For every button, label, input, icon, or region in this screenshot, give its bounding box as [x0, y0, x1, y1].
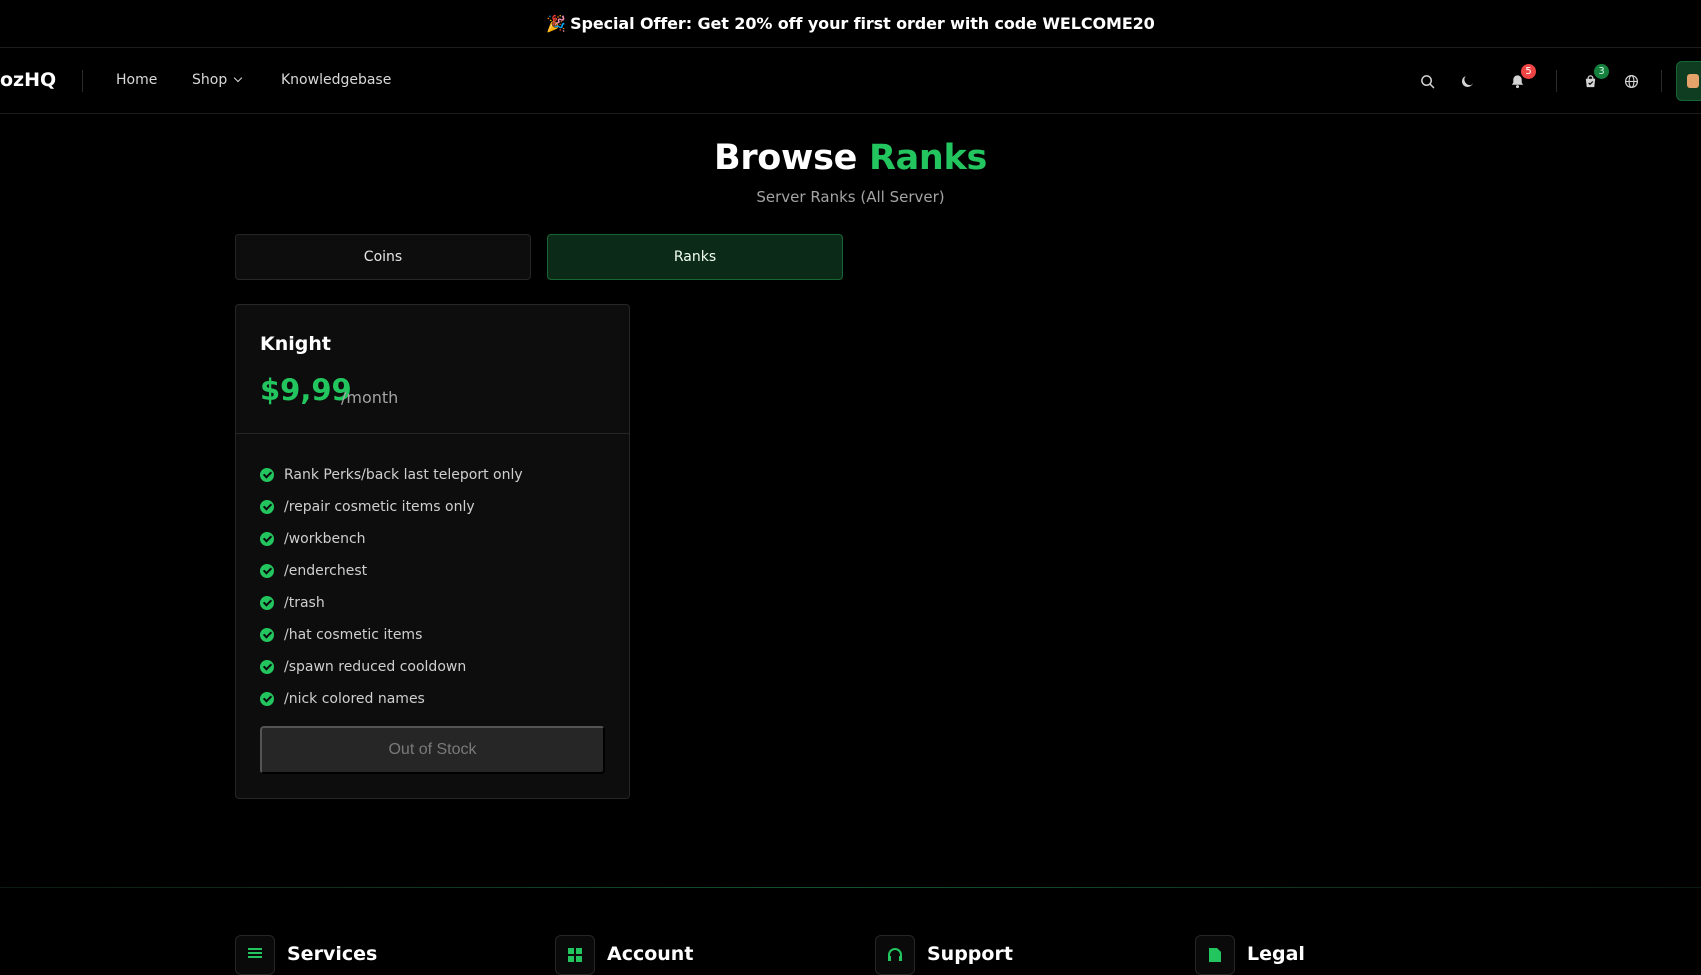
- out-of-stock-button[interactable]: Out of Stock: [260, 726, 605, 774]
- list-item: /enderchest: [260, 555, 523, 587]
- feature-text: /spawn reduced cooldown: [284, 659, 467, 675]
- notifications-button[interactable]: 5: [1506, 64, 1536, 92]
- grid-icon: [555, 935, 595, 975]
- footer-divider: [0, 887, 1701, 888]
- nav-link-knowledgebase[interactable]: Knowledgebase: [281, 72, 391, 88]
- search-button[interactable]: [1416, 70, 1438, 92]
- nav-divider: [1661, 70, 1662, 92]
- list-item: /hat cosmetic items: [260, 619, 523, 651]
- footer-column-services: Services: [235, 935, 377, 975]
- feature-text: Rank Perks/back last teleport only: [284, 467, 523, 483]
- page-title-main: Browse: [713, 138, 858, 178]
- list-icon: [235, 935, 275, 975]
- feature-text: /repair cosmetic items only: [284, 499, 475, 515]
- check-circle-icon: [260, 628, 274, 642]
- search-icon: [1420, 74, 1434, 88]
- product-price: $9,99: [260, 373, 352, 407]
- document-icon: [1195, 935, 1235, 975]
- footer-title: Account: [607, 943, 694, 965]
- footer-title: Legal: [1247, 943, 1305, 965]
- footer-column-support: Support: [875, 935, 1013, 975]
- footer-title: Support: [927, 943, 1013, 965]
- cart-button[interactable]: 3: [1579, 64, 1609, 92]
- page-title: Browse Ranks: [0, 138, 1701, 178]
- page-subtitle: Server Ranks (All Server): [756, 188, 945, 206]
- check-circle-icon: [260, 468, 274, 482]
- footer-column-account: Account: [555, 935, 693, 975]
- check-circle-icon: [260, 532, 274, 546]
- promo-banner: 🎉 Special Offer: Get 20% off your first …: [0, 0, 1701, 48]
- nav-divider: [1556, 70, 1557, 92]
- globe-icon: [1624, 74, 1638, 88]
- moon-icon: [1461, 75, 1473, 87]
- footer-title: Services: [287, 943, 378, 965]
- tab-coins[interactable]: Coins: [235, 234, 531, 280]
- footer-column-legal: Legal: [1195, 935, 1305, 975]
- product-card: Knight $9,99 /month Rank Perks/back last…: [235, 304, 630, 799]
- list-item: /workbench: [260, 523, 523, 555]
- feature-text: /enderchest: [284, 563, 368, 579]
- nav-link-shop[interactable]: Shop: [192, 72, 243, 88]
- chevron-down-icon: [233, 73, 243, 83]
- user-avatar-button[interactable]: [1676, 61, 1701, 101]
- check-circle-icon: [260, 660, 274, 674]
- price-period: /month: [341, 388, 399, 407]
- theme-toggle-button[interactable]: [1456, 70, 1478, 92]
- cart-count-badge: 3: [1594, 64, 1609, 79]
- list-item: Rank Perks/back last teleport only: [260, 459, 523, 491]
- list-item: /spawn reduced cooldown: [260, 651, 523, 683]
- product-name: Knight: [260, 333, 331, 355]
- feature-text: /workbench: [284, 531, 366, 547]
- page-title-accent: Ranks: [868, 138, 988, 178]
- nav-link-shop-label: Shop: [192, 72, 228, 88]
- list-item: /repair cosmetic items only: [260, 491, 523, 523]
- promo-text: Special Offer: Get 20% off your first or…: [570, 14, 1155, 33]
- feature-text: /hat cosmetic items: [284, 627, 423, 643]
- list-item: /nick colored names: [260, 683, 523, 715]
- site-logo[interactable]: ozHQ: [0, 69, 56, 91]
- check-circle-icon: [260, 596, 274, 610]
- notification-count-badge: 5: [1521, 64, 1536, 79]
- party-popper-icon: 🎉: [546, 14, 567, 33]
- nav-link-home[interactable]: Home: [116, 72, 157, 88]
- feature-text: /nick colored names: [284, 691, 425, 707]
- product-card-header: Knight $9,99 /month: [236, 305, 629, 434]
- feature-list: Rank Perks/back last teleport only /repa…: [260, 459, 523, 715]
- tab-ranks[interactable]: Ranks: [547, 234, 843, 280]
- check-circle-icon: [260, 564, 274, 578]
- nav-divider: [82, 70, 83, 92]
- headset-icon: [875, 935, 915, 975]
- avatar: [1687, 74, 1699, 88]
- feature-text: /trash: [284, 595, 325, 611]
- check-circle-icon: [260, 500, 274, 514]
- list-item: /trash: [260, 587, 523, 619]
- language-button[interactable]: [1620, 70, 1642, 92]
- check-circle-icon: [260, 692, 274, 706]
- top-navbar: ozHQ Home Shop Knowledgebase 5 3: [0, 48, 1701, 114]
